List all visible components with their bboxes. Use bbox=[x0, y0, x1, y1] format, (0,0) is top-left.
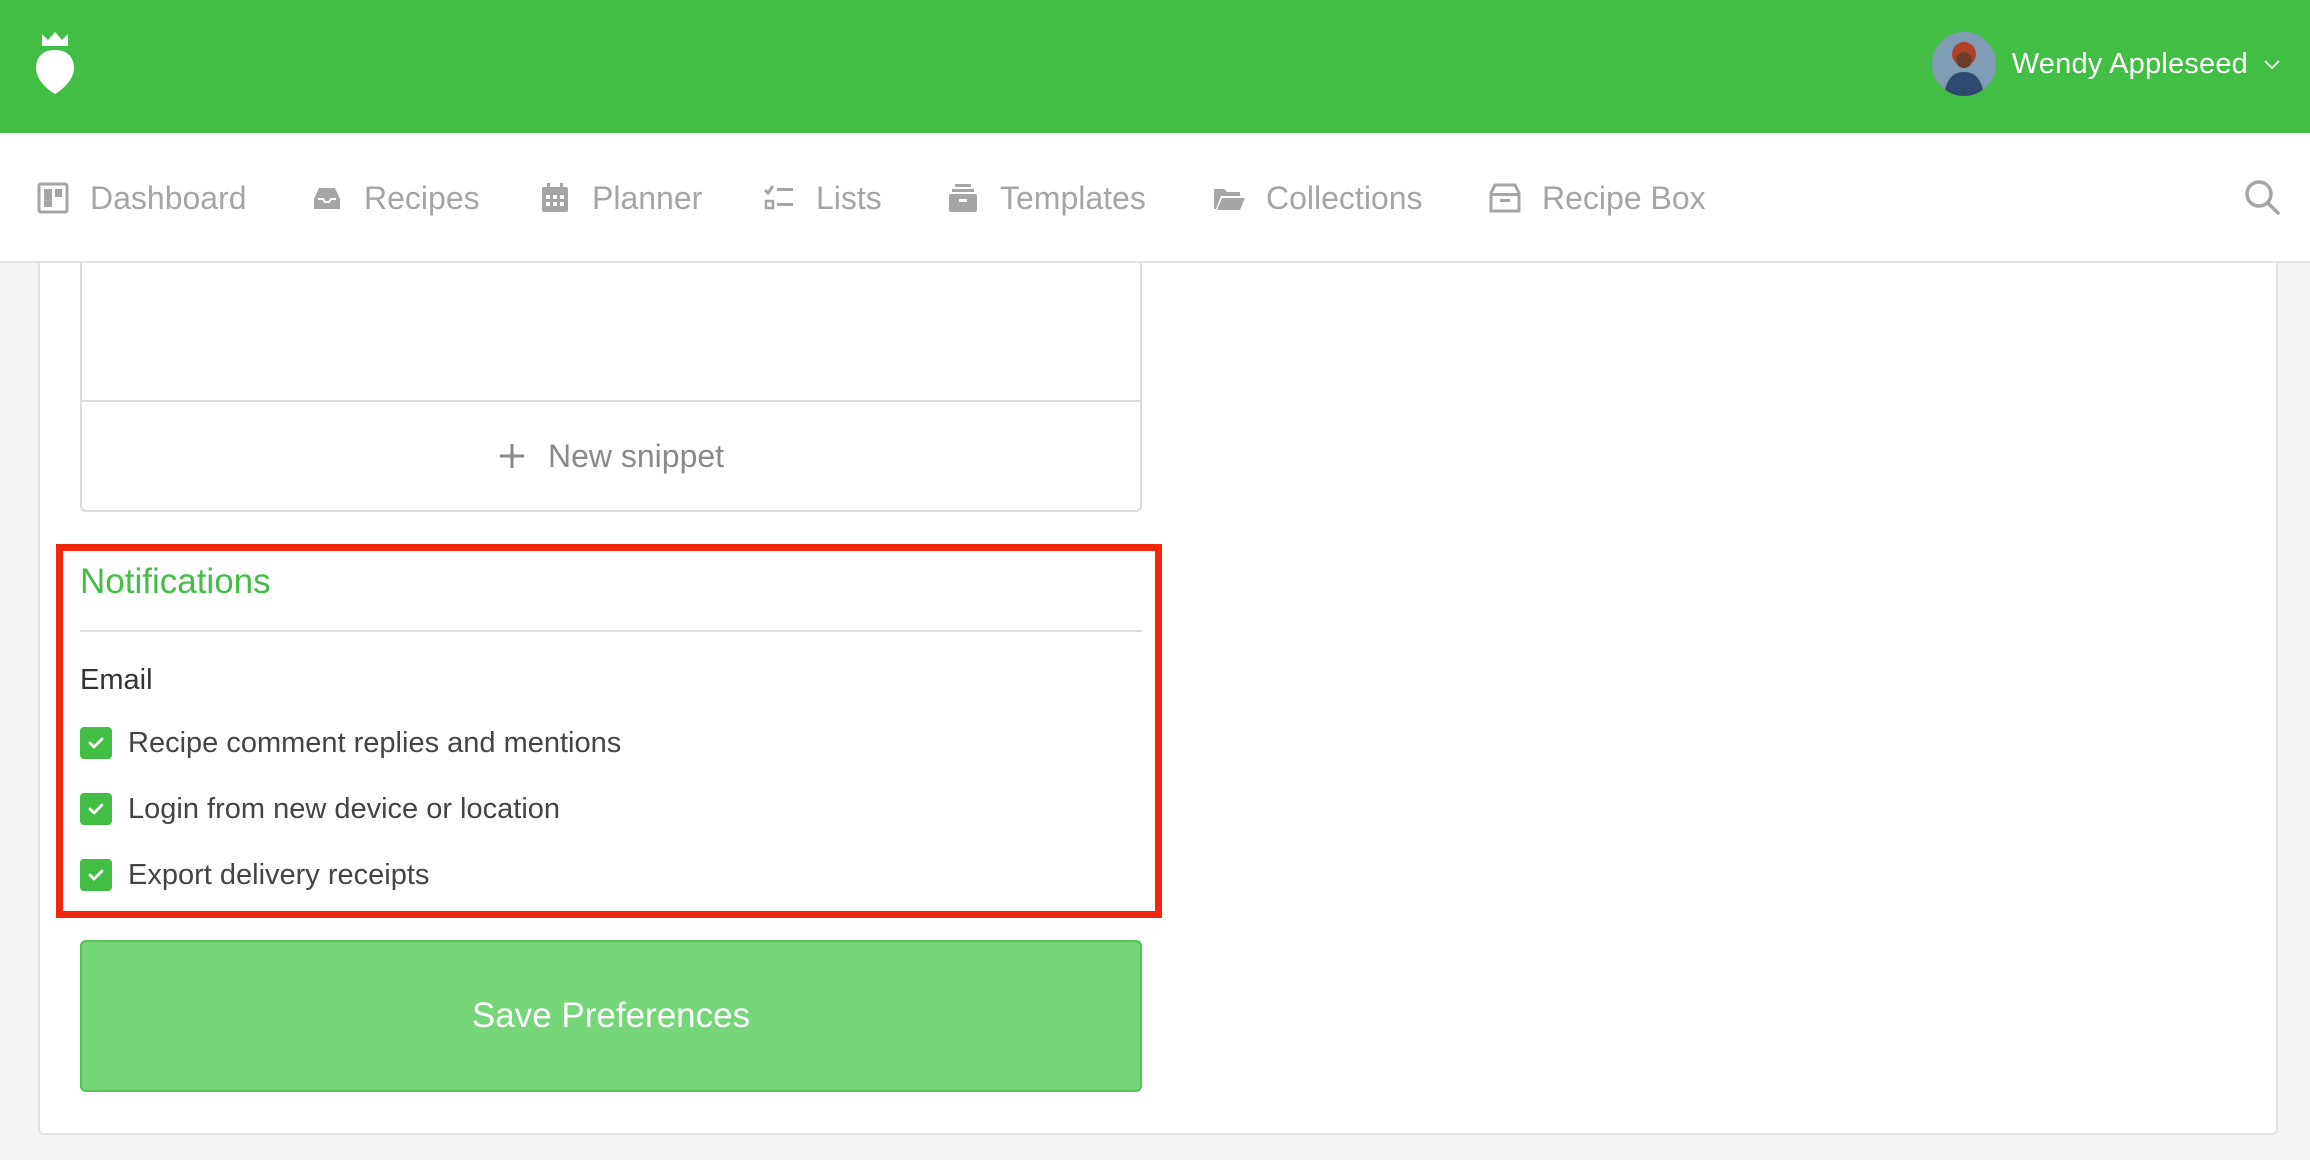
checkbox-label: Login from new device or location bbox=[128, 792, 561, 825]
snippets-panel: New snippet bbox=[80, 263, 1142, 512]
nav-item-templates[interactable]: Templates bbox=[946, 133, 1146, 263]
logo-icon[interactable] bbox=[34, 30, 76, 96]
checkbox-comment-replies[interactable]: Recipe comment replies and mentions bbox=[80, 726, 621, 760]
nav-item-recipe-box[interactable]: Recipe Box bbox=[1488, 133, 1706, 263]
checkbox[interactable] bbox=[80, 727, 112, 759]
user-name: Wendy Appleseed bbox=[2011, 47, 2248, 80]
stack-icon bbox=[949, 184, 977, 212]
save-button-label: Save Preferences bbox=[471, 996, 751, 1035]
nav-label: Templates bbox=[1000, 179, 1146, 216]
checkbox[interactable] bbox=[80, 859, 112, 891]
nav-label: Collections bbox=[1266, 179, 1423, 216]
checkmark-icon bbox=[88, 737, 104, 749]
nav-item-collections[interactable]: Collections bbox=[1212, 133, 1423, 263]
checkbox[interactable] bbox=[80, 793, 112, 825]
nav-label: Recipes bbox=[364, 179, 480, 216]
divider bbox=[80, 630, 1142, 632]
folder-open-icon bbox=[1214, 189, 1245, 210]
new-snippet-button[interactable]: New snippet bbox=[82, 402, 1140, 510]
top-bar: Wendy Appleseed bbox=[0, 0, 2310, 133]
nav-label: Planner bbox=[592, 179, 703, 216]
chevron-down-icon bbox=[2264, 60, 2280, 70]
checkmark-icon bbox=[88, 869, 104, 881]
inbox-icon bbox=[314, 188, 340, 209]
nav-item-dashboard[interactable]: Dashboard bbox=[36, 133, 247, 263]
nav-label: Dashboard bbox=[90, 179, 247, 216]
nav-item-recipes[interactable]: Recipes bbox=[310, 133, 480, 263]
nav-item-planner[interactable]: Planner bbox=[538, 133, 702, 263]
notifications-title: Notifications bbox=[80, 562, 271, 601]
archive-box-icon bbox=[1489, 183, 1521, 213]
checkbox-export-receipts[interactable]: Export delivery receipts bbox=[80, 858, 429, 892]
search-icon[interactable] bbox=[2242, 177, 2282, 217]
main-nav: Dashboard Recipes Planner Lists Template… bbox=[0, 133, 2310, 263]
avatar[interactable] bbox=[1931, 32, 1996, 96]
plus-icon bbox=[499, 444, 524, 468]
email-section-label: Email bbox=[80, 664, 153, 696]
user-menu[interactable]: Wendy Appleseed bbox=[1931, 30, 2282, 98]
nav-item-lists[interactable]: Lists bbox=[762, 133, 882, 263]
nav-label: Recipe Box bbox=[1542, 179, 1706, 216]
new-snippet-label: New snippet bbox=[547, 437, 725, 474]
checkbox-login-alert[interactable]: Login from new device or location bbox=[80, 792, 560, 826]
dashboard-icon bbox=[37, 182, 69, 214]
checkbox-label: Recipe comment replies and mentions bbox=[128, 726, 622, 759]
checklist-icon bbox=[763, 185, 793, 210]
checkbox-label: Export delivery receipts bbox=[128, 858, 430, 891]
nav-label: Lists bbox=[816, 179, 882, 216]
checkmark-icon bbox=[88, 803, 104, 815]
save-preferences-button[interactable]: Save Preferences bbox=[80, 940, 1142, 1092]
calendar-icon bbox=[542, 183, 568, 212]
